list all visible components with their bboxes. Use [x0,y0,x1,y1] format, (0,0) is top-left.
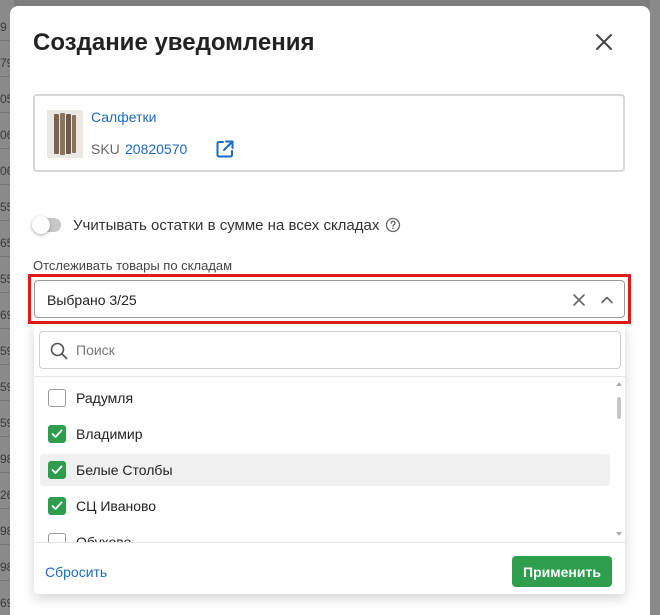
warehouse-select[interactable]: Выбрано 3/25 [34,280,625,318]
apply-button[interactable]: Применить [512,556,612,587]
reset-button[interactable]: Сбросить [45,564,107,580]
warehouse-dropdown: Радумля Владимир Белые Столбы СЦ Иваново [34,324,625,594]
toggle-knob [32,216,50,234]
item-label: Обухово [76,534,132,542]
product-name-link[interactable]: Салфетки [91,109,156,125]
list-item[interactable]: Белые Столбы [40,454,610,486]
clear-icon[interactable] [571,292,587,308]
list-item[interactable]: СЦ Иваново [40,490,610,522]
checkbox-checked[interactable] [48,497,66,515]
dropdown-footer-divider [34,542,625,543]
item-label: Радумля [76,390,134,406]
scroll-up-icon[interactable] [616,381,622,387]
check-icon [51,501,63,510]
check-icon [51,429,63,438]
list-item[interactable]: Владимир [40,418,610,450]
item-label: СЦ Иваново [76,498,157,514]
product-card: Салфетки SKU 20820570 [33,94,625,172]
product-thumbnail [47,110,83,158]
select-value: Выбрано 3/25 [47,292,137,308]
checkbox[interactable] [48,389,66,407]
warehouse-list: Радумля Владимир Белые Столбы СЦ Иваново [34,377,625,542]
sku-value-link[interactable]: 20820570 [125,141,187,157]
checkbox[interactable] [48,533,66,542]
chevron-up-icon[interactable] [599,292,615,308]
sum-stock-toggle[interactable] [32,216,61,234]
close-button[interactable] [590,28,618,56]
search-input[interactable] [76,333,606,367]
help-icon[interactable] [385,217,401,233]
check-icon [51,465,63,474]
item-label: Белые Столбы [76,462,173,478]
sum-stock-toggle-row: Учитывать остатки в сумме на всех склада… [32,215,401,235]
checkbox-checked[interactable] [48,425,66,443]
toggle-label: Учитывать остатки в сумме на всех склада… [73,216,380,234]
list-item[interactable]: Обухово [40,526,610,542]
scroll-down-icon[interactable] [616,531,622,537]
modal-title: Создание уведомления [33,29,315,56]
checkbox-checked[interactable] [48,461,66,479]
list-item[interactable]: Радумля [40,382,610,414]
external-link-icon[interactable] [215,139,235,159]
background-right-edge [650,0,660,615]
list-scrollbar[interactable] [614,377,624,542]
scroll-thumb[interactable] [617,397,621,419]
item-label: Владимир [76,426,143,442]
sku-label: SKU [91,141,120,157]
close-icon [596,34,612,50]
warehouse-field-label: Отслеживать товары по складам [33,258,233,273]
create-notification-modal: Создание уведомления Салфетки SKU 208205… [10,6,650,615]
search-box [39,331,621,369]
search-icon [50,342,68,360]
